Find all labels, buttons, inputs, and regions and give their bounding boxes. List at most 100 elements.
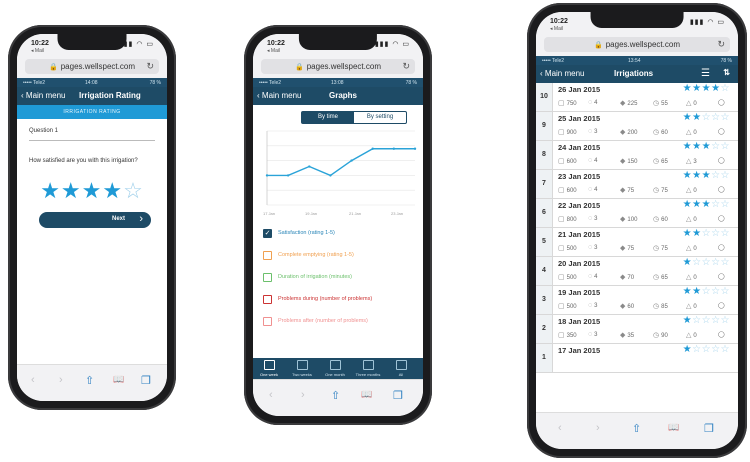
tab-all[interactable]: All [387, 360, 415, 377]
reload-icon[interactable]: ↻ [717, 37, 725, 52]
metric-min: ◷ 65 [653, 157, 668, 165]
forward-arrow-icon[interactable]: › [596, 422, 600, 434]
menu-icon[interactable]: ☰ [701, 68, 710, 79]
irrigation-date: 19 Jan 2015 [558, 288, 601, 297]
bookmarks-icon[interactable]: 📖 [668, 422, 679, 433]
table-row[interactable]: 1 17 Jan 2015 ★☆☆☆☆ [536, 344, 738, 373]
table-row[interactable]: 2 18 Jan 2015 ★☆☆☆☆ ▢ 350 ◌ 3 ◆ 35 ◷ 90 △ 0 ◯ [536, 315, 738, 344]
metric-min: ◷ 75 [653, 186, 668, 194]
comment-icon[interactable]: ◯ [718, 99, 725, 106]
ios-back-to-mail[interactable]: ◂ Mail [31, 48, 44, 54]
metric-min: ◷ 65 [653, 273, 668, 281]
checkbox-checked-icon[interactable]: ✓ [263, 229, 272, 238]
tab-two-weeks[interactable]: Two weeks [288, 360, 316, 377]
star-empty-icon: ☆ [701, 228, 712, 239]
tab-one-month[interactable]: One month [321, 360, 349, 377]
empty-star-icon[interactable]: ☆ [123, 178, 144, 203]
data-point [371, 147, 374, 150]
table-row[interactable]: 9 25 Jan 2015 ★★☆☆☆ ▢ 900 ◌ 3 ◆ 200 ◷ 60 △ 0 ◯ [536, 112, 738, 141]
url-field[interactable]: 🔒 pages.wellspect.com ↻ [261, 59, 415, 74]
phone-screen: 10:22 ◂ Mail ▮▮▮ ◠ ▭ 🔒 pages.wellspect.co… [536, 12, 738, 449]
forward-arrow-icon[interactable]: › [59, 374, 63, 386]
drops-icon: ◌ [588, 99, 593, 106]
flow-icon: ◆ [620, 129, 626, 136]
comment-icon[interactable]: ◯ [718, 128, 725, 135]
table-row[interactable]: 8 24 Jan 2015 ★★★☆☆ ▢ 600 ◌ 4 ◆ 150 ◷ 65 △ 3 ◯ [536, 141, 738, 170]
segment-by-setting[interactable]: By setting [354, 112, 406, 123]
metric-value: 0 [693, 188, 697, 194]
metric-value: 225 [627, 101, 638, 107]
metric-vol: ▢ 500 [558, 273, 577, 281]
tab-three-months[interactable]: Three months [354, 360, 382, 377]
metric-value: 150 [627, 159, 638, 165]
comment-icon[interactable]: ◯ [718, 244, 725, 251]
share-icon[interactable]: ⇧ [632, 422, 641, 435]
tabs-icon[interactable]: ❐ [393, 389, 403, 402]
bookmarks-icon[interactable]: 📖 [361, 389, 372, 400]
star-filled-icon: ★ [692, 112, 702, 123]
comment-icon[interactable]: ◯ [718, 186, 725, 193]
page-title: Irrigation Rating [79, 91, 141, 100]
url-text: pages.wellspect.com [605, 40, 680, 49]
tabs-icon[interactable]: ❐ [704, 422, 714, 435]
comment-icon[interactable]: ◯ [718, 157, 725, 164]
checkbox-icon[interactable] [263, 317, 272, 326]
metric-value: 600 [566, 188, 577, 194]
star-empty-icon: ☆ [720, 315, 730, 326]
table-row[interactable]: 6 22 Jan 2015 ★★★☆☆ ▢ 800 ◌ 3 ◆ 100 ◷ 60 △ 0 ◯ [536, 199, 738, 228]
main-menu-back-button[interactable]: ‹ Main menu [257, 91, 301, 100]
star-rating: ★☆☆☆☆ [683, 257, 730, 268]
tab-label: One week [259, 372, 278, 377]
segment-by-time[interactable]: By time [302, 112, 354, 123]
table-row[interactable]: 3 19 Jan 2015 ★★☆☆☆ ▢ 500 ◌ 3 ◆ 60 ◷ 85 △ 0 ◯ [536, 286, 738, 315]
star-rating-input[interactable]: ★★★★☆ [17, 178, 167, 204]
star-filled-icon: ★ [701, 199, 712, 210]
checkbox-icon[interactable] [263, 251, 272, 260]
star-filled-icon: ★ [682, 315, 693, 326]
reload-icon[interactable]: ↻ [146, 59, 154, 74]
sort-icon[interactable]: ⇅ [723, 68, 730, 77]
back-arrow-icon[interactable]: ‹ [558, 422, 562, 434]
metric-drops: ◌ 4 [588, 273, 598, 280]
back-arrow-icon[interactable]: ‹ [31, 374, 35, 386]
comment-icon[interactable]: ◯ [718, 273, 725, 280]
share-icon[interactable]: ⇧ [85, 374, 94, 387]
comment-icon[interactable]: ◯ [718, 215, 725, 222]
table-row[interactable]: 10 26 Jan 2015 ★★★★☆ ▢ 750 ◌ 4 ◆ 225 ◷ 55 △ 0 ◯ [536, 83, 738, 112]
metric-drops: ◌ 4 [588, 157, 598, 164]
main-menu-back-button[interactable]: ‹ Main menu [21, 91, 65, 100]
star-empty-icon: ☆ [720, 257, 730, 268]
phone-screen: 10:22 ◂ Mail ▮▮▮ ◠ ▭ 🔒 pages.wellspect.co… [17, 34, 167, 401]
tab-one-week[interactable]: One week [255, 360, 283, 377]
bookmarks-icon[interactable]: 📖 [113, 374, 124, 385]
table-row[interactable]: 5 21 Jan 2015 ★★☆☆☆ ▢ 500 ◌ 3 ◆ 75 ◷ 75 △ 0 ◯ [536, 228, 738, 257]
checkbox-icon[interactable] [263, 273, 272, 282]
url-field[interactable]: 🔒 pages.wellspect.com ↻ [25, 59, 159, 74]
url-field[interactable]: 🔒 pages.wellspect.com ↻ [544, 37, 730, 52]
forward-arrow-icon[interactable]: › [301, 389, 305, 401]
checkbox-icon[interactable] [263, 295, 272, 304]
reload-icon[interactable]: ↻ [402, 59, 410, 74]
star-filled-icon: ★ [682, 141, 693, 152]
ios-back-to-mail[interactable]: ◂ Mail [550, 26, 563, 32]
data-point [413, 147, 417, 150]
tabs-icon[interactable]: ❐ [141, 374, 151, 387]
ios-back-to-mail[interactable]: ◂ Mail [267, 48, 280, 54]
row-index: 4 [536, 257, 553, 285]
comment-icon[interactable]: ◯ [718, 331, 725, 338]
share-icon[interactable]: ⇧ [331, 389, 340, 402]
legend-label: Complete emptying (rating 1-5) [278, 252, 354, 258]
star-filled-icon: ★ [682, 257, 693, 268]
table-row[interactable]: 4 20 Jan 2015 ★☆☆☆☆ ▢ 500 ◌ 4 ◆ 70 ◷ 65 △ 0 ◯ [536, 257, 738, 286]
metric-value: 4 [594, 187, 598, 193]
table-row[interactable]: 7 23 Jan 2015 ★★★☆☆ ▢ 600 ◌ 4 ◆ 75 ◷ 75 △ 0 ◯ [536, 170, 738, 199]
filled-stars-icon[interactable]: ★★★★ [40, 178, 123, 203]
comment-icon[interactable]: ◯ [718, 302, 725, 309]
back-arrow-icon[interactable]: ‹ [269, 389, 273, 401]
metric-value: 3 [594, 216, 598, 222]
main-menu-back-button[interactable]: ‹ Main menu [540, 69, 584, 78]
metric-flow: ◆ 200 [620, 128, 637, 136]
metric-value: 0 [693, 130, 697, 136]
data-point [392, 147, 396, 150]
next-button[interactable]: Next › [39, 212, 151, 228]
